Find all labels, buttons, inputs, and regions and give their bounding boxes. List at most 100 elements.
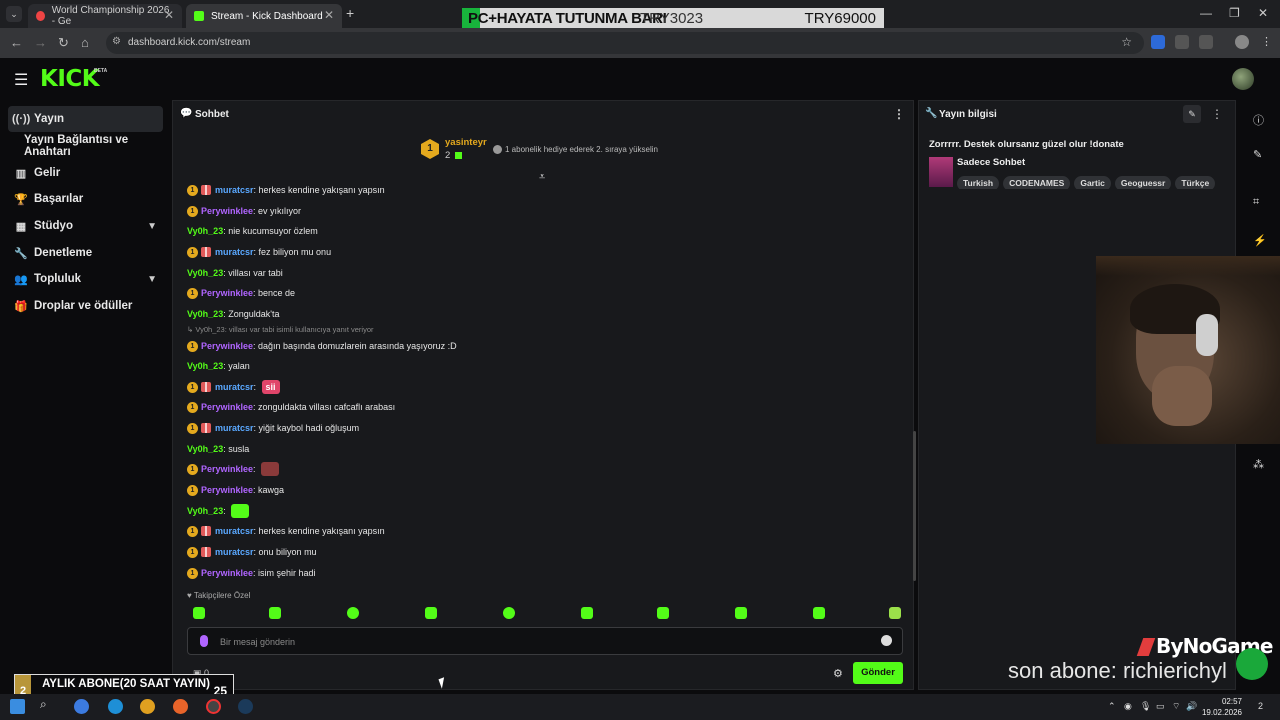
- chat-message[interactable]: 1 muratcsr: herkes kendine yakışanı yapsı…: [187, 524, 385, 538]
- chat-username[interactable]: Perywinklee: [201, 288, 253, 298]
- firefox-icon[interactable]: [173, 699, 188, 714]
- tray-app-icon[interactable]: ◉: [1124, 701, 1132, 712]
- more-options-icon[interactable]: ⋮: [893, 107, 905, 121]
- chat-message[interactable]: 1 Perywinklee: bence de: [187, 286, 295, 300]
- puzzle-icon[interactable]: [1199, 35, 1213, 49]
- reload-icon[interactable]: ↻: [58, 35, 69, 51]
- sidebar-item-denetleme[interactable]: 🔧 Denetleme: [8, 240, 163, 266]
- new-tab-button[interactable]: +: [346, 5, 354, 21]
- kick-logo[interactable]: KICK: [40, 66, 100, 92]
- sidebar-item-studyo[interactable]: ▦ Stüdyo ▼: [8, 213, 163, 239]
- chrome-icon[interactable]: [140, 699, 155, 714]
- emoji-picker-icon[interactable]: [881, 635, 892, 646]
- more-options-icon[interactable]: ⋮: [1211, 107, 1223, 121]
- windows-start-icon[interactable]: [10, 699, 25, 714]
- extension-icon[interactable]: [1151, 35, 1165, 49]
- search-icon[interactable]: ⌕: [40, 697, 55, 712]
- chat-message[interactable]: Vy0h_23: nie kucumsuyor özlem: [187, 224, 318, 238]
- share-icon[interactable]: ⁂: [1253, 458, 1264, 471]
- quick-emote-icon[interactable]: [813, 607, 825, 619]
- chevron-up-icon[interactable]: ⌃: [1108, 701, 1116, 712]
- chat-message[interactable]: 1 muratcsr: fez biliyon mu onu: [187, 245, 331, 259]
- minimize-button[interactable]: —: [1200, 6, 1212, 20]
- browser-tab-world-championship[interactable]: World Championship 2026 - Ge ✕: [28, 4, 182, 28]
- quick-emote-icon[interactable]: [269, 607, 281, 619]
- chat-message[interactable]: Vy0h_23: villası var tabi: [187, 266, 283, 280]
- volume-icon[interactable]: 🔊: [1186, 701, 1197, 712]
- chat-message[interactable]: 1 Perywinklee: dağın başında domuzlarein …: [187, 339, 457, 353]
- chat-username[interactable]: muratcsr: [215, 185, 254, 195]
- sidebar-item-yayin[interactable]: ((·)) Yayın: [8, 106, 163, 132]
- back-icon[interactable]: ←: [10, 35, 23, 50]
- chat-username[interactable]: muratcsr: [215, 547, 254, 557]
- chat-username[interactable]: Perywinklee: [201, 206, 253, 216]
- url-input[interactable]: ⚙ dashboard.kick.com/stream ☆: [106, 32, 1144, 54]
- tab-search-button[interactable]: ⌄: [6, 6, 22, 22]
- quick-emote-icon[interactable]: [347, 607, 359, 619]
- chat-message[interactable]: 1 muratcsr: herkes kendine yakışanı yapsı…: [187, 183, 385, 197]
- microphone-icon[interactable]: [200, 635, 208, 647]
- chat-username[interactable]: muratcsr: [215, 423, 254, 433]
- chat-message[interactable]: 1 Perywinklee: kawga: [187, 483, 284, 497]
- menu-icon[interactable]: ☰: [14, 70, 28, 90]
- pencil-icon[interactable]: ✎: [1253, 148, 1262, 161]
- chat-message[interactable]: Vy0h_23: yalan: [187, 359, 250, 373]
- profile-icon[interactable]: [1235, 35, 1249, 49]
- chat-scrollbar[interactable]: [913, 431, 916, 581]
- chat-message[interactable]: 1 Perywinklee:: [187, 462, 280, 476]
- home-icon[interactable]: ⌂: [81, 35, 89, 50]
- notification-badge[interactable]: 2: [1258, 701, 1263, 711]
- chat-message[interactable]: 1 muratcsr: onu biliyon mu: [187, 545, 317, 559]
- app-icon[interactable]: [74, 699, 89, 714]
- browser-tab-kick-dashboard[interactable]: Stream - Kick Dashboard ✕: [186, 4, 342, 28]
- bookmark-star-icon[interactable]: ☆: [1121, 35, 1132, 49]
- chat-message[interactable]: 1 muratcsr: yiğit kaybol hadi oğluşum: [187, 421, 359, 435]
- avatar[interactable]: [1232, 68, 1254, 90]
- chat-username[interactable]: Vy0h_23: [187, 444, 223, 454]
- settings-gear-icon[interactable]: ⚙: [833, 667, 843, 680]
- sidebar-item-gelir[interactable]: ▥ Gelir: [8, 160, 163, 186]
- quick-emote-icon[interactable]: [193, 607, 205, 619]
- chat-message[interactable]: 1 muratcsr: sii: [187, 380, 280, 394]
- chat-message[interactable]: 1 Perywinklee: zonguldakta villası cafcaf…: [187, 400, 395, 414]
- system-clock[interactable]: 02:57 19.02.2026: [1198, 696, 1242, 718]
- lightning-icon[interactable]: ⚡: [1253, 234, 1267, 247]
- sidebar-item-stream-key[interactable]: Yayın Bağlantısı ve Anahtarı: [20, 133, 175, 159]
- quick-emote-icon[interactable]: [425, 607, 437, 619]
- chat-username[interactable]: Vy0h_23: [187, 361, 223, 371]
- steam-icon[interactable]: [238, 699, 253, 714]
- send-button[interactable]: Gönder: [853, 662, 903, 684]
- chat-username[interactable]: Perywinklee: [201, 341, 253, 351]
- more-menu-icon[interactable]: ⋮: [1261, 35, 1275, 49]
- quick-emote-icon[interactable]: [503, 607, 515, 619]
- edit-pencil-icon[interactable]: ✎: [1183, 105, 1201, 123]
- chat-message[interactable]: 1 Perywinklee: isim şehir hadi: [187, 566, 316, 580]
- chat-username[interactable]: muratcsr: [215, 526, 254, 536]
- chat-username[interactable]: Vy0h_23: [187, 226, 223, 236]
- quick-emote-icon[interactable]: [889, 607, 901, 619]
- edge-icon[interactable]: [108, 699, 123, 714]
- close-icon[interactable]: ✕: [324, 8, 334, 22]
- chat-message[interactable]: Vy0h_23: Zonguldak'ta: [187, 307, 279, 321]
- chat-username[interactable]: Vy0h_23: [187, 506, 223, 516]
- quick-emote-icon[interactable]: [657, 607, 669, 619]
- chat-message[interactable]: Vy0h_23: susla: [187, 442, 249, 456]
- chat-message[interactable]: 1 Perywinklee: ev yıkılıyor: [187, 204, 301, 218]
- chat-username[interactable]: Perywinklee: [201, 485, 253, 495]
- wifi-icon[interactable]: ⌔: [1172, 701, 1180, 712]
- restore-button[interactable]: ❐: [1229, 6, 1240, 20]
- quick-emote-icon[interactable]: [581, 607, 593, 619]
- chat-message[interactable]: Vy0h_23:: [187, 504, 250, 518]
- chat-input[interactable]: Bir mesaj gönderin: [187, 627, 903, 655]
- close-window-button[interactable]: ✕: [1258, 6, 1268, 20]
- chat-username[interactable]: Perywinklee: [201, 568, 253, 578]
- chat-username[interactable]: Perywinklee: [201, 402, 253, 412]
- microphone-icon[interactable]: 🎙: [1140, 701, 1151, 712]
- info-icon[interactable]: ⓘ: [1253, 112, 1264, 128]
- sidebar-item-droplar[interactable]: 🎁 Droplar ve ödüller: [8, 293, 163, 319]
- close-icon[interactable]: ✕: [164, 8, 174, 22]
- quick-emote-icon[interactable]: [735, 607, 747, 619]
- focus-icon[interactable]: ⌗: [1253, 196, 1259, 209]
- site-info-icon[interactable]: ⚙: [112, 36, 121, 47]
- chat-username[interactable]: muratcsr: [215, 247, 254, 257]
